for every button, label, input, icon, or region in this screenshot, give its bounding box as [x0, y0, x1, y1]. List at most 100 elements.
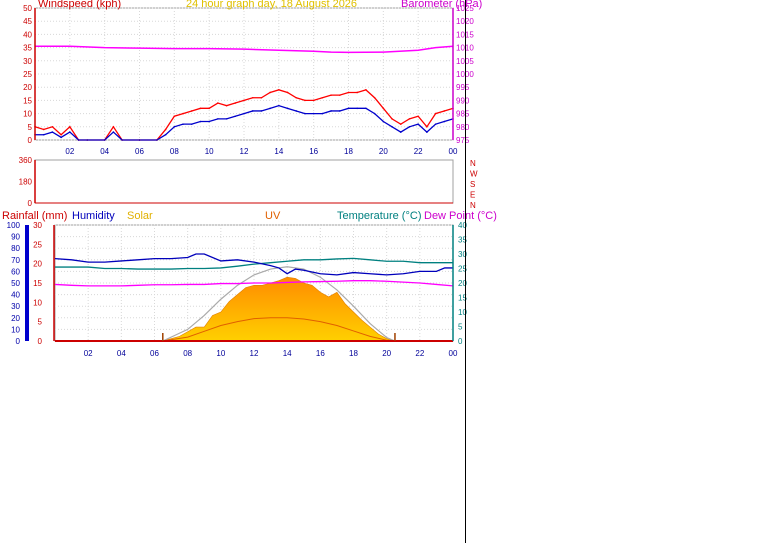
compass-letter: N: [470, 201, 476, 210]
windspeed-point: [417, 115, 419, 118]
windspeed-point: [190, 110, 193, 112]
x-tick-label: 12: [240, 147, 249, 156]
humidity-tick-label: 100: [7, 221, 21, 230]
windspeed-point: [243, 99, 245, 102]
chart-title: 24 hour graph day, 18 August 2026: [186, 0, 357, 10]
humidity-axis-bar: [25, 225, 29, 341]
temperature-tick-label: 10: [458, 308, 467, 317]
x-tick-label: 20: [379, 147, 388, 156]
direction-panel: 0180360 NWSEN: [19, 156, 478, 210]
x-tick-label: 02: [84, 349, 93, 358]
gust-point: [112, 131, 115, 133]
windspeed-point: [69, 126, 71, 128]
windspeed-point: [260, 96, 263, 99]
gust-point: [217, 118, 219, 120]
gust-point: [199, 120, 202, 123]
x-tick-label: 08: [170, 147, 179, 156]
x-tick-label: 00: [449, 147, 458, 156]
temperature-tick-label: 40: [458, 221, 467, 230]
x-tick-label: 14: [283, 349, 292, 358]
windspeed-point: [278, 89, 280, 91]
direction-plot-frame: [34, 159, 454, 204]
gust-point: [225, 118, 228, 120]
windspeed-tick-label: 20: [23, 83, 32, 92]
gust-point: [251, 110, 254, 112]
windspeed-point: [338, 94, 341, 96]
legend-uv: UV: [265, 210, 281, 222]
temperature-tick-label: 30: [458, 250, 467, 259]
gust-point: [60, 136, 62, 139]
temperature-tick-label: 0: [458, 337, 463, 346]
windspeed-point: [347, 91, 350, 94]
windspeed-tick-label: 25: [23, 70, 32, 79]
gust-point: [312, 112, 315, 115]
gust-point: [156, 139, 158, 141]
humidity-tick-label: 40: [11, 291, 20, 300]
humidity-tick-label: 20: [11, 314, 20, 323]
windspeed-point: [182, 112, 184, 115]
gust-point: [417, 123, 419, 125]
x-tick-label: 08: [183, 349, 192, 358]
direction-tick-label: 360: [19, 156, 33, 165]
rain-tick-label: 15: [33, 279, 42, 288]
legend-solar: Solar: [127, 210, 153, 222]
barometer-tick-label: 975: [456, 136, 470, 145]
rain-tick-label: 10: [33, 298, 42, 307]
gust-point: [278, 104, 280, 107]
windspeed-point: [60, 133, 62, 136]
windspeed-point: [434, 112, 437, 115]
windspeed-point: [408, 118, 411, 120]
gust-point: [243, 112, 245, 115]
windspeed-point: [112, 126, 115, 128]
compass-letter: W: [470, 170, 478, 179]
gust-point: [286, 107, 289, 110]
environment-panel: 0102030405060708090100051015202530051015…: [2, 210, 497, 358]
windspeed-point: [295, 96, 298, 99]
gust-point: [391, 126, 393, 128]
gust-point: [347, 107, 350, 110]
legend-humidity: Humidity: [72, 210, 115, 222]
x-tick-label: 10: [216, 349, 225, 358]
humidity-tick-label: 0: [16, 337, 21, 346]
gust-point: [103, 139, 106, 141]
temperature-tick-label: 35: [458, 236, 467, 245]
direction-tick-label: 180: [19, 178, 33, 187]
humidity-tick-label: 10: [11, 325, 20, 334]
compass-letter: E: [470, 191, 475, 200]
gust-point: [190, 123, 193, 125]
windspeed-tick-label: 45: [23, 17, 32, 26]
wind-panel: 0510152025303540455097598098599099510001…: [23, 0, 482, 156]
x-tick-label: 14: [274, 147, 283, 156]
rain-tick-label: 0: [38, 337, 43, 346]
x-tick-label: 22: [415, 349, 424, 358]
windspeed-point: [399, 123, 402, 125]
legend-dewpoint: Dew Point (°C): [424, 210, 497, 222]
windspeed-tick-label: 15: [23, 96, 32, 105]
windspeed-tick-label: 50: [23, 4, 32, 13]
gust-point: [86, 139, 89, 141]
windspeed-point: [330, 94, 332, 96]
rain-tick-label: 25: [33, 240, 42, 249]
windspeed-point: [199, 107, 202, 110]
windspeed-tick-label: 0: [28, 136, 33, 145]
windspeed-point: [251, 96, 254, 99]
x-tick-label: 06: [135, 147, 144, 156]
gust-point: [356, 107, 359, 110]
gust-point: [77, 139, 80, 141]
gust-point: [434, 123, 437, 125]
windspeed-point: [42, 128, 45, 131]
windspeed-point: [365, 89, 367, 91]
gust-point: [173, 126, 176, 128]
windspeed-point: [51, 126, 54, 128]
humidity-tick-label: 30: [11, 302, 20, 311]
gust-point: [399, 131, 402, 133]
barometer-axis-label: Barometer (hPa): [401, 0, 482, 10]
windspeed-point: [356, 91, 359, 94]
temperature-tick-label: 5: [458, 323, 463, 332]
windspeed-point: [164, 128, 167, 131]
x-tick-label: 18: [344, 147, 353, 156]
gust-point: [51, 131, 54, 133]
gust-point: [338, 110, 341, 112]
gust-point: [330, 110, 332, 112]
gust-point: [182, 123, 184, 125]
